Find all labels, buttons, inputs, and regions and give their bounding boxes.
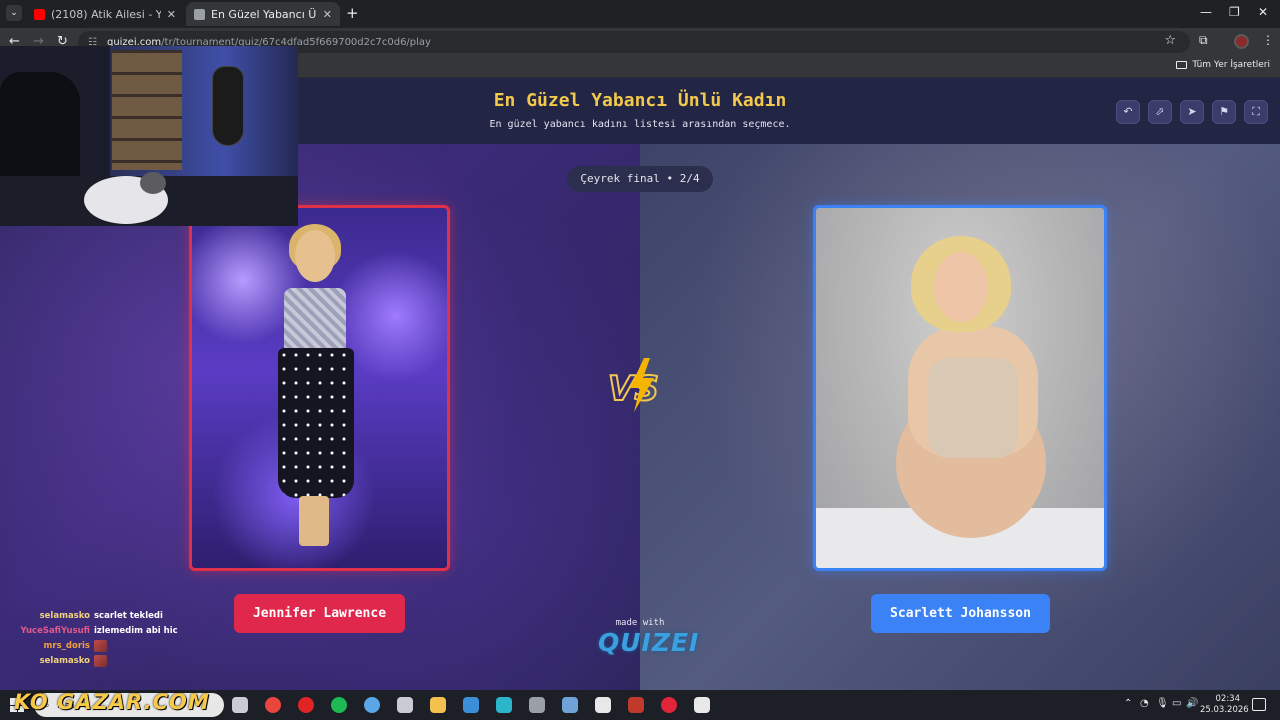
chat-text: izlemedim abi hic xyxy=(94,625,178,636)
quizei-logo: QUIZEI xyxy=(598,628,700,657)
close-window-icon[interactable]: ✕ xyxy=(1258,5,1268,19)
tab-strip: ⌄ (2108) Atik Ailesi - YouTube ✕ En Güze… xyxy=(0,0,1280,28)
tab-search-icon[interactable]: ⌄ xyxy=(6,5,22,21)
photo-detail xyxy=(284,288,346,350)
webcam-detail xyxy=(212,66,244,146)
steam-icon[interactable] xyxy=(562,697,578,713)
tray-chevron-icon[interactable]: ⌃ xyxy=(1124,698,1132,709)
restore-icon[interactable]: ❐ xyxy=(1229,5,1240,19)
edge-like-icon[interactable] xyxy=(364,697,380,713)
photo-detail xyxy=(278,348,354,498)
network-icon[interactable]: ▭ xyxy=(1172,698,1181,709)
clock-time: 02:34 xyxy=(1215,694,1241,704)
app-dark-icon[interactable] xyxy=(397,697,413,713)
volume-icon[interactable]: 🔊 xyxy=(1186,698,1198,709)
microphone-icon[interactable]: 🎙 xyxy=(1156,698,1169,709)
photo-detail xyxy=(928,358,1018,458)
chat-message: selamasko xyxy=(0,653,200,668)
profile-avatar[interactable] xyxy=(1234,34,1249,49)
spotify-icon[interactable] xyxy=(331,697,347,713)
all-bookmarks-label: Tüm Yer İşaretleri xyxy=(1192,60,1270,70)
webcam-detail xyxy=(112,50,182,170)
chat-message: YuceSafiYusufi izlemedim abi hic xyxy=(0,623,200,638)
chat-message: mrs_doris xyxy=(0,638,200,653)
chat-username: mrs_doris xyxy=(43,640,90,651)
flag-icon[interactable]: ⚑ xyxy=(1212,100,1236,124)
emote-icon xyxy=(94,639,107,652)
undo-icon[interactable]: ↶ xyxy=(1116,100,1140,124)
task-view-icon[interactable] xyxy=(232,697,248,713)
choose-right-button[interactable]: Scarlett Johansson xyxy=(871,594,1050,633)
close-tab-icon[interactable]: ✕ xyxy=(167,8,176,21)
chat-username: selamasko xyxy=(39,610,90,621)
made-with-label: made with xyxy=(615,618,665,628)
new-tab-icon[interactable]: + xyxy=(346,6,359,21)
tab-quiz[interactable]: En Güzel Yabancı Ünlü Kadın - ✕ xyxy=(186,2,340,26)
chat-username: YuceSafiYusufi xyxy=(20,625,90,636)
opera-gx-icon[interactable] xyxy=(661,697,677,713)
webcam-detail xyxy=(140,172,166,194)
epic-games-icon[interactable] xyxy=(595,697,611,713)
photo-detail xyxy=(934,252,988,322)
tab-youtube[interactable]: (2108) Atik Ailesi - YouTube ✕ xyxy=(26,2,184,26)
opera-icon[interactable] xyxy=(298,697,314,713)
notification-icon[interactable] xyxy=(1252,698,1266,711)
emote-icon xyxy=(94,654,107,667)
file-explorer-icon[interactable] xyxy=(430,697,446,713)
minimize-icon[interactable]: — xyxy=(1200,5,1212,19)
photo-detail xyxy=(295,230,335,282)
chat-username: selamasko xyxy=(39,655,90,666)
chat-message: selamasko scarlet tekledi xyxy=(0,608,200,623)
choose-left-button[interactable]: Jennifer Lawrence xyxy=(234,594,405,633)
calculator-icon[interactable] xyxy=(529,697,545,713)
vs-text: VS xyxy=(608,369,659,409)
left-option-image[interactable] xyxy=(189,205,450,571)
menu-kebab-icon[interactable]: ⋮ xyxy=(1262,33,1274,47)
chrome-icon[interactable] xyxy=(265,697,281,713)
webcam-overlay xyxy=(0,46,298,226)
youtube-favicon-icon xyxy=(34,8,45,20)
extensions-icon[interactable]: ⧉ xyxy=(1199,33,1208,48)
app-cyan-icon[interactable] xyxy=(496,697,512,713)
share-icon[interactable]: ⬀ xyxy=(1148,100,1172,124)
app-record-icon[interactable] xyxy=(694,697,710,713)
right-option-image[interactable] xyxy=(813,205,1107,571)
tab-title: En Güzel Yabancı Ünlü Kadın - xyxy=(211,7,317,21)
stream-chat: selamasko scarlet tekledi YuceSafiYusufi… xyxy=(0,608,200,668)
tab-title: (2108) Atik Ailesi - YouTube xyxy=(51,7,161,21)
close-tab-icon[interactable]: ✕ xyxy=(323,8,332,21)
quizei-favicon-icon xyxy=(194,8,205,20)
round-indicator: Çeyrek final • 2/4 xyxy=(567,166,713,192)
bookmark-star-icon[interactable]: ☆ xyxy=(1164,33,1176,48)
clock-date: 25.03.2026 xyxy=(1200,705,1249,715)
app-blue-icon[interactable] xyxy=(463,697,479,713)
chat-text: scarlet tekledi xyxy=(94,610,163,621)
send-icon[interactable]: ➤ xyxy=(1180,100,1204,124)
all-bookmarks-button[interactable]: Tüm Yer İşaretleri xyxy=(1176,60,1270,70)
fullscreen-icon[interactable]: ⛶ xyxy=(1244,100,1268,124)
app-red-box-icon[interactable] xyxy=(628,697,644,713)
folder-icon xyxy=(1176,61,1188,69)
versus-icon: VS xyxy=(607,358,660,412)
stream-brand-overlay: KO GAZAR.COM xyxy=(14,690,210,714)
tray-app-icon[interactable]: ◔ xyxy=(1140,698,1149,709)
made-with-badge[interactable]: made with QUIZEI xyxy=(598,618,700,657)
photo-detail xyxy=(299,496,329,546)
taskbar-clock[interactable]: 02:34 25.03.2026 xyxy=(1200,694,1249,716)
